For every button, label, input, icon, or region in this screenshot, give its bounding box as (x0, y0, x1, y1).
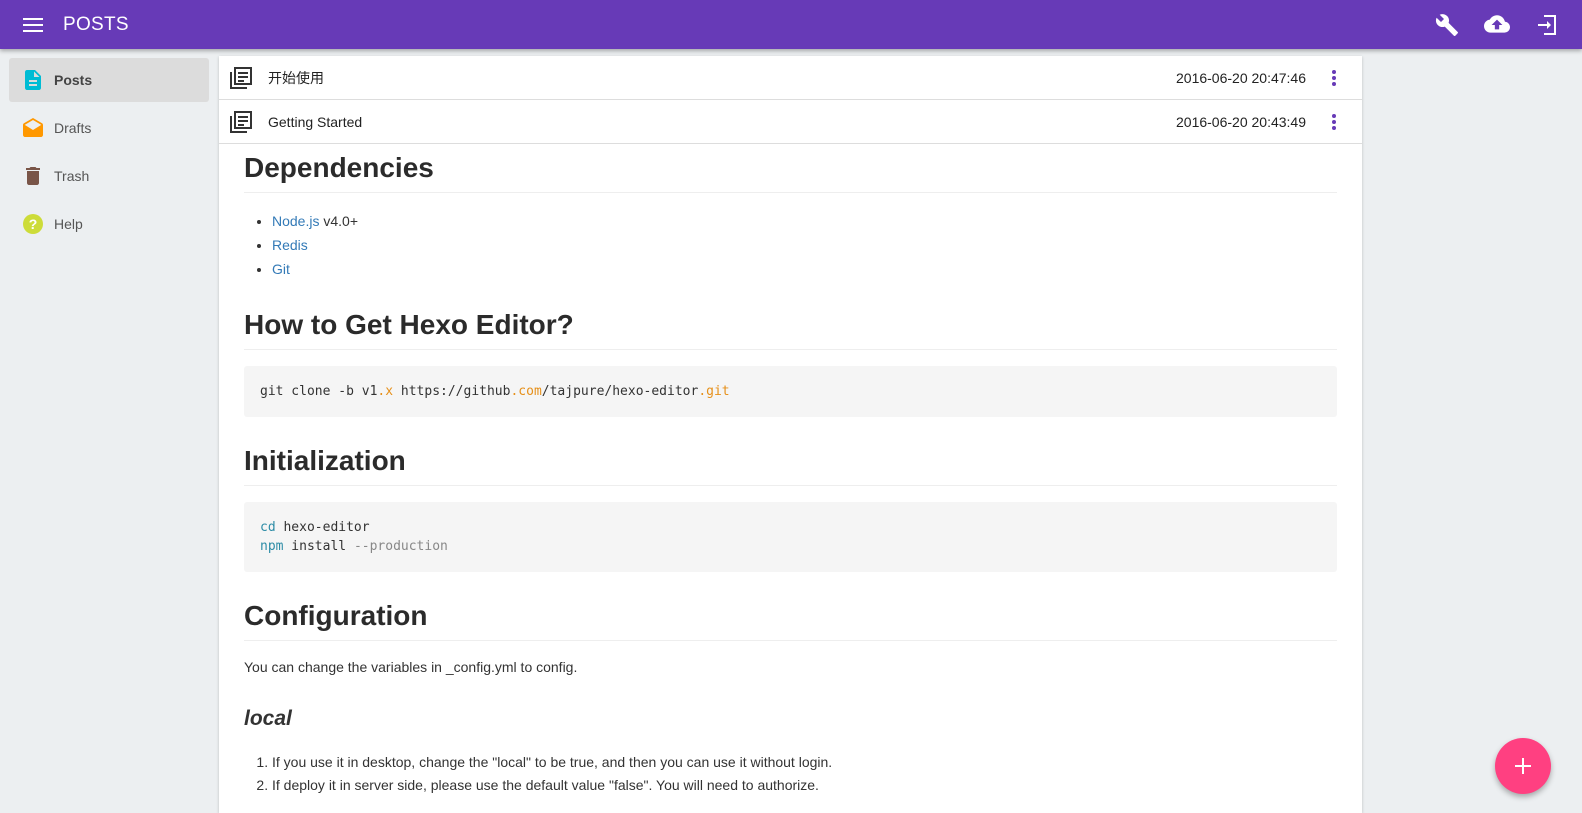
heading-initialization: Initialization (244, 445, 1337, 486)
heading-configuration: Configuration (244, 600, 1337, 641)
page-title: POSTS (63, 13, 129, 35)
article-icon (229, 110, 253, 134)
sidebar-item-posts[interactable]: Posts (9, 58, 209, 102)
code-token: https://github (393, 384, 511, 399)
dependency-version: v4.0+ (319, 213, 358, 229)
code-block-init: cd hexo-editor npm install --production (244, 502, 1337, 572)
svg-text:?: ? (29, 216, 38, 232)
list-item: If you use it in desktop, change the "lo… (272, 751, 1337, 774)
cloud-upload-icon[interactable] (1472, 1, 1522, 49)
dependency-list: Node.js v4.0+ Redis Git (244, 209, 1337, 281)
code-token: cd (260, 520, 276, 535)
config-list: If you use it in desktop, change the "lo… (244, 751, 1337, 797)
code-token: install (283, 539, 354, 554)
sidebar-item-label: Help (54, 216, 83, 232)
trash-icon (21, 164, 45, 188)
post-date: 2016-06-20 20:43:49 (1176, 113, 1306, 130)
code-token: .git (698, 384, 730, 399)
exit-icon[interactable] (1522, 1, 1572, 49)
sidebar-item-label: Posts (54, 72, 93, 88)
list-item: Node.js v4.0+ (272, 209, 1337, 233)
help-icon: ? (21, 212, 45, 236)
code-token: .x (377, 384, 394, 399)
link-nodejs[interactable]: Node.js (272, 213, 319, 229)
article-icon (229, 66, 253, 90)
sidebar-item-label: Trash (54, 168, 90, 184)
add-post-button[interactable] (1495, 738, 1551, 794)
wrench-icon[interactable] (1422, 1, 1472, 49)
link-redis[interactable]: Redis (272, 237, 308, 253)
appbar-actions (1422, 1, 1572, 49)
heading-local: local (244, 707, 292, 730)
post-preview: Dependencies Node.js v4.0+ Redis Git How… (219, 144, 1362, 797)
list-item[interactable]: 开始使用 2016-06-20 20:47:46 (219, 56, 1362, 100)
list-item[interactable]: Getting Started 2016-06-20 20:43:49 (219, 100, 1362, 144)
more-vert-icon[interactable] (1322, 110, 1346, 134)
code-token: hexo-editor (275, 520, 370, 535)
more-vert-icon[interactable] (1322, 66, 1346, 90)
code-token: --production (353, 539, 448, 554)
code-token: /tajpure/hexo-editor (541, 384, 699, 399)
post-date: 2016-06-20 20:47:46 (1176, 69, 1306, 86)
code-block-clone: git clone -b v1.x https://github.com/taj… (244, 366, 1337, 417)
plus-icon (1515, 758, 1531, 774)
sidebar: Posts Drafts Trash ? Help (0, 49, 218, 813)
sidebar-item-label: Drafts (54, 120, 92, 136)
heading-get: How to Get Hexo Editor? (244, 309, 1337, 350)
code-token: npm (260, 539, 284, 554)
post-title: Getting Started (268, 113, 363, 130)
menu-icon[interactable] (21, 13, 45, 37)
post-list: 开始使用 2016-06-20 20:47:46 Getting Started… (219, 56, 1362, 813)
app-bar: POSTS (0, 0, 1582, 49)
post-title: 开始使用 (268, 69, 324, 86)
code-token: .com (510, 384, 542, 399)
heading-dependencies: Dependencies (244, 152, 1337, 193)
sidebar-item-drafts[interactable]: Drafts (9, 106, 209, 150)
list-item: Git (272, 257, 1337, 281)
post-icon (21, 68, 45, 92)
list-item: If deploy it in server side, please use … (272, 774, 1337, 797)
sidebar-item-help[interactable]: ? Help (9, 202, 209, 246)
code-token: git clone -b v1 (260, 384, 378, 399)
drafts-icon (21, 116, 45, 140)
config-text: You can change the variables in _config.… (244, 659, 578, 675)
sidebar-item-trash[interactable]: Trash (9, 154, 209, 198)
link-git[interactable]: Git (272, 261, 290, 277)
list-item: Redis (272, 233, 1337, 257)
